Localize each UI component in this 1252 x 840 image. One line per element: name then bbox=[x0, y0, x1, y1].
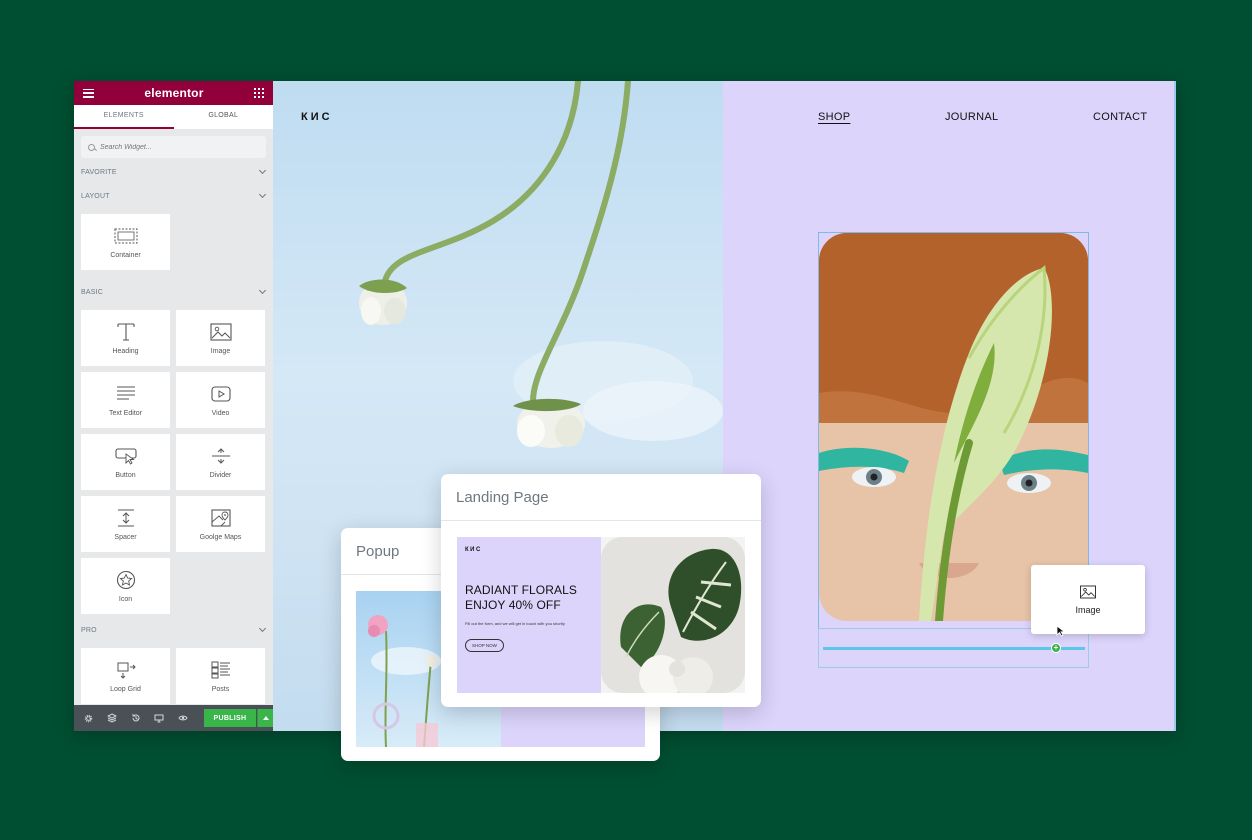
star-icon bbox=[116, 570, 135, 589]
publish-button[interactable]: PUBLISH bbox=[203, 709, 257, 727]
site-logo[interactable]: КИС bbox=[301, 111, 333, 123]
layers-icon[interactable] bbox=[106, 712, 119, 725]
card-title: Landing Page bbox=[441, 474, 761, 521]
drag-widget-label: Image bbox=[1075, 605, 1101, 615]
widget-posts[interactable]: Posts bbox=[176, 648, 265, 704]
dragging-image-widget[interactable]: Image bbox=[1031, 565, 1145, 634]
section-label: FAVORITE bbox=[81, 168, 117, 176]
chevron-down-icon bbox=[258, 190, 267, 199]
widget-label: Heading bbox=[112, 347, 139, 355]
widget-panel: elementor ELEMENTS GLOBAL FAVORITE LAYOU… bbox=[74, 81, 273, 731]
widget-google-maps[interactable]: Goolge Maps bbox=[176, 496, 265, 552]
widget-image[interactable]: Image bbox=[176, 310, 265, 366]
widget-heading[interactable]: Heading bbox=[81, 310, 170, 366]
chevron-down-icon bbox=[258, 624, 267, 633]
video-icon bbox=[210, 385, 231, 402]
section-label: BASIC bbox=[81, 288, 104, 296]
section-favorite[interactable]: FAVORITE bbox=[74, 160, 273, 184]
panel-header: elementor bbox=[74, 81, 273, 105]
landing-body-text: Fill out the form, and we will get in to… bbox=[465, 621, 565, 626]
pro-widgets: Loop Grid Posts bbox=[74, 642, 273, 712]
nav-link-journal[interactable]: JOURNAL bbox=[945, 111, 998, 123]
apps-grid-icon[interactable] bbox=[254, 88, 264, 98]
widget-text-editor[interactable]: Text Editor bbox=[81, 372, 170, 428]
chevron-up-icon bbox=[262, 716, 269, 720]
widget-label: Divider bbox=[209, 471, 232, 479]
elementor-logo: elementor bbox=[144, 86, 204, 100]
loop-grid-icon bbox=[117, 662, 136, 679]
empty-drop-section[interactable]: + bbox=[818, 628, 1089, 668]
responsive-icon[interactable] bbox=[153, 712, 166, 725]
nav-link-contact[interactable]: CONTACT bbox=[1093, 111, 1147, 123]
search-widget-input[interactable] bbox=[100, 143, 250, 151]
widget-video[interactable]: Video bbox=[176, 372, 265, 428]
settings-icon[interactable] bbox=[82, 712, 95, 725]
chevron-down-icon bbox=[258, 286, 267, 295]
monstera-vase-image bbox=[601, 537, 745, 693]
drop-indicator bbox=[823, 647, 1085, 650]
button-icon bbox=[114, 447, 137, 465]
widget-icon[interactable]: Icon bbox=[81, 558, 170, 614]
container-icon bbox=[114, 228, 137, 243]
shop-now-button[interactable]: SHOP NOW bbox=[465, 639, 504, 652]
text-editor-icon bbox=[116, 385, 135, 400]
heading-icon bbox=[116, 322, 135, 341]
widget-divider[interactable]: Divider bbox=[176, 434, 265, 490]
section-basic[interactable]: BASIC bbox=[74, 280, 273, 304]
flower-bud-2 bbox=[513, 398, 585, 448]
image-icon bbox=[209, 322, 232, 341]
search-box bbox=[81, 136, 266, 158]
widget-label: Icon bbox=[118, 595, 133, 603]
widget-button[interactable]: Button bbox=[81, 434, 170, 490]
widget-label: Loop Grid bbox=[110, 685, 141, 693]
widget-label: Goolge Maps bbox=[199, 533, 242, 541]
publish-options-button[interactable] bbox=[257, 709, 273, 727]
landing-preview-image bbox=[601, 537, 745, 693]
widget-spacer[interactable]: Spacer bbox=[81, 496, 170, 552]
portrait-photo bbox=[819, 233, 1088, 621]
image-icon bbox=[1080, 585, 1096, 599]
widget-label: Video bbox=[211, 409, 230, 417]
nav-link-shop[interactable]: SHOP bbox=[818, 111, 850, 123]
panel-footer: PUBLISH bbox=[74, 705, 273, 731]
widget-label: Posts bbox=[211, 685, 230, 693]
landing-preview-text-panel: КИС RADIANT FLORALS ENJOY 40% OFF Fill o… bbox=[457, 537, 601, 693]
widget-label: Spacer bbox=[114, 533, 137, 541]
search-icon bbox=[88, 143, 95, 151]
panel-tabs: ELEMENTS GLOBAL bbox=[74, 105, 273, 129]
widget-loop-grid[interactable]: Loop Grid bbox=[81, 648, 170, 704]
spacer-icon bbox=[117, 508, 134, 527]
divider-icon bbox=[211, 447, 230, 464]
portrait-image bbox=[819, 233, 1088, 621]
landing-headline-line-1: RADIANT FLORALS bbox=[465, 583, 577, 597]
section-pro[interactable]: PRO bbox=[74, 618, 273, 642]
history-icon[interactable] bbox=[129, 712, 142, 725]
flower-bud-1 bbox=[359, 279, 407, 325]
mouse-cursor-icon bbox=[1056, 625, 1066, 637]
landing-logo: КИС bbox=[465, 547, 482, 553]
widget-label: Container bbox=[110, 251, 141, 259]
chevron-down-icon bbox=[258, 166, 267, 175]
tab-global[interactable]: GLOBAL bbox=[174, 105, 274, 129]
landing-page-template-card[interactable]: Landing Page КИС RADIANT FLORALS ENJOY 4… bbox=[441, 474, 761, 707]
section-label: LAYOUT bbox=[81, 192, 110, 200]
widget-container[interactable]: Container bbox=[81, 214, 170, 270]
widget-label: Button bbox=[115, 471, 136, 479]
tab-elements[interactable]: ELEMENTS bbox=[74, 105, 174, 129]
add-plus-icon: + bbox=[1051, 643, 1061, 653]
layout-widgets: Container bbox=[74, 208, 273, 278]
preview-icon[interactable] bbox=[177, 712, 190, 725]
section-layout[interactable]: LAYOUT bbox=[74, 184, 273, 208]
widget-label: Text Editor bbox=[108, 409, 143, 417]
landing-headline: RADIANT FLORALS ENJOY 40% OFF bbox=[465, 583, 599, 613]
menu-icon[interactable] bbox=[83, 88, 94, 98]
section-label: PRO bbox=[81, 626, 97, 634]
landing-headline-line-2: ENJOY 40% OFF bbox=[465, 598, 561, 612]
widget-label: Image bbox=[210, 347, 231, 355]
basic-widgets: Heading Image Text Editor Video Button D… bbox=[74, 304, 273, 622]
posts-icon bbox=[211, 661, 230, 678]
landing-preview: КИС RADIANT FLORALS ENJOY 40% OFF Fill o… bbox=[457, 537, 745, 693]
google-maps-icon bbox=[210, 508, 231, 527]
